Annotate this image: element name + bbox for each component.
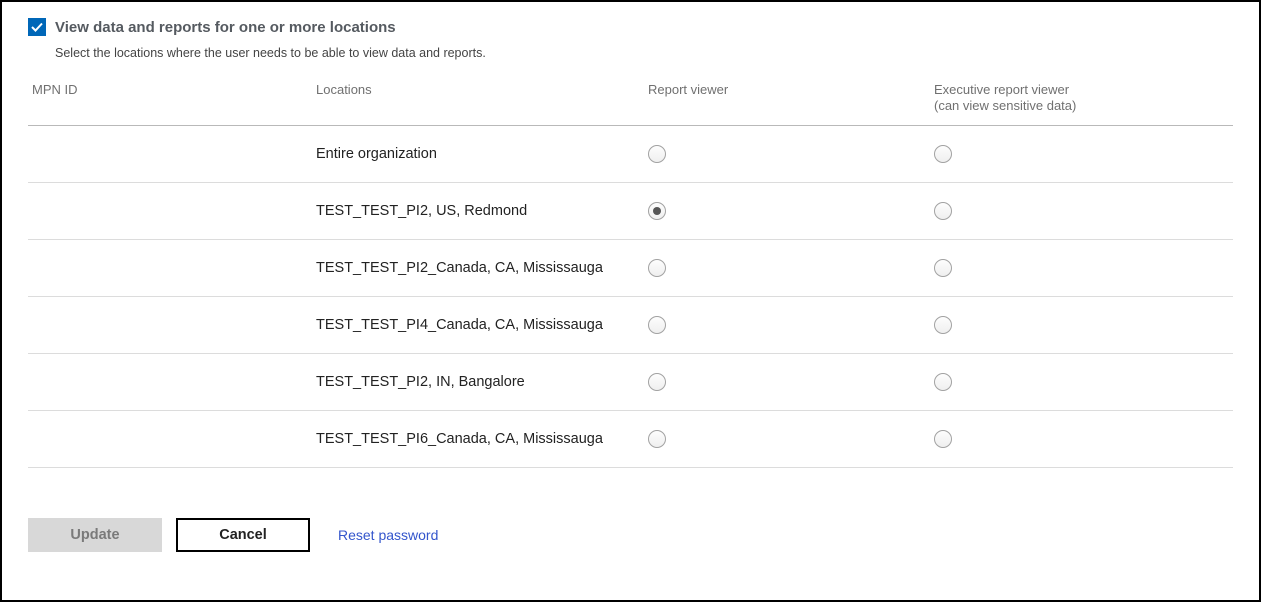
report-viewer-radio[interactable]: [648, 259, 666, 277]
cell-exec-viewer: [934, 259, 1194, 277]
cell-report-viewer: [648, 259, 934, 277]
permissions-panel: View data and reports for one or more lo…: [0, 0, 1261, 602]
table-row: TEST_TEST_PI4_Canada, CA, Mississauga: [28, 297, 1233, 354]
exec-viewer-radio[interactable]: [934, 202, 952, 220]
report-viewer-radio[interactable]: [648, 316, 666, 334]
check-icon: [30, 20, 44, 34]
locations-table: MPN ID Locations Report viewer Executive…: [28, 76, 1233, 468]
section-title: View data and reports for one or more lo…: [55, 19, 396, 36]
col-header-mpn: MPN ID: [28, 82, 316, 115]
section-description: Select the locations where the user need…: [55, 46, 1233, 60]
exec-viewer-radio[interactable]: [934, 259, 952, 277]
reset-password-link[interactable]: Reset password: [338, 527, 438, 543]
update-button[interactable]: Update: [28, 518, 162, 552]
table-header: MPN ID Locations Report viewer Executive…: [28, 76, 1233, 126]
exec-viewer-radio[interactable]: [934, 373, 952, 391]
table-row: TEST_TEST_PI2_Canada, CA, Mississauga: [28, 240, 1233, 297]
cell-report-viewer: [648, 316, 934, 334]
col-header-report: Report viewer: [648, 82, 934, 115]
exec-viewer-radio[interactable]: [934, 430, 952, 448]
col-header-exec: Executive report viewer (can view sensit…: [934, 82, 1194, 115]
cell-location: Entire organization: [316, 146, 648, 162]
section-header: View data and reports for one or more lo…: [28, 18, 1233, 36]
cell-exec-viewer: [934, 145, 1194, 163]
report-viewer-radio[interactable]: [648, 202, 666, 220]
cell-exec-viewer: [934, 316, 1194, 334]
report-viewer-radio[interactable]: [648, 430, 666, 448]
col-header-locations: Locations: [316, 82, 648, 115]
cell-exec-viewer: [934, 202, 1194, 220]
table-row: Entire organization: [28, 126, 1233, 183]
cell-location: TEST_TEST_PI2, IN, Bangalore: [316, 374, 648, 390]
exec-viewer-radio[interactable]: [934, 145, 952, 163]
report-viewer-radio[interactable]: [648, 145, 666, 163]
cell-location: TEST_TEST_PI2, US, Redmond: [316, 203, 648, 219]
table-row: TEST_TEST_PI2, US, Redmond: [28, 183, 1233, 240]
table-row: TEST_TEST_PI6_Canada, CA, Mississauga: [28, 411, 1233, 468]
view-data-checkbox[interactable]: [28, 18, 46, 36]
cell-location: TEST_TEST_PI6_Canada, CA, Mississauga: [316, 431, 648, 447]
exec-viewer-radio[interactable]: [934, 316, 952, 334]
table-row: TEST_TEST_PI2, IN, Bangalore: [28, 354, 1233, 411]
cancel-button[interactable]: Cancel: [176, 518, 310, 552]
cell-exec-viewer: [934, 373, 1194, 391]
footer: Update Cancel Reset password: [28, 518, 1233, 552]
col-header-exec-line1: Executive report viewer: [934, 82, 1069, 97]
cell-location: TEST_TEST_PI2_Canada, CA, Mississauga: [316, 260, 648, 276]
cell-report-viewer: [648, 430, 934, 448]
col-header-exec-line2: (can view sensitive data): [934, 98, 1076, 113]
report-viewer-radio[interactable]: [648, 373, 666, 391]
cell-exec-viewer: [934, 430, 1194, 448]
cell-report-viewer: [648, 145, 934, 163]
cell-report-viewer: [648, 202, 934, 220]
cell-location: TEST_TEST_PI4_Canada, CA, Mississauga: [316, 317, 648, 333]
cell-report-viewer: [648, 373, 934, 391]
